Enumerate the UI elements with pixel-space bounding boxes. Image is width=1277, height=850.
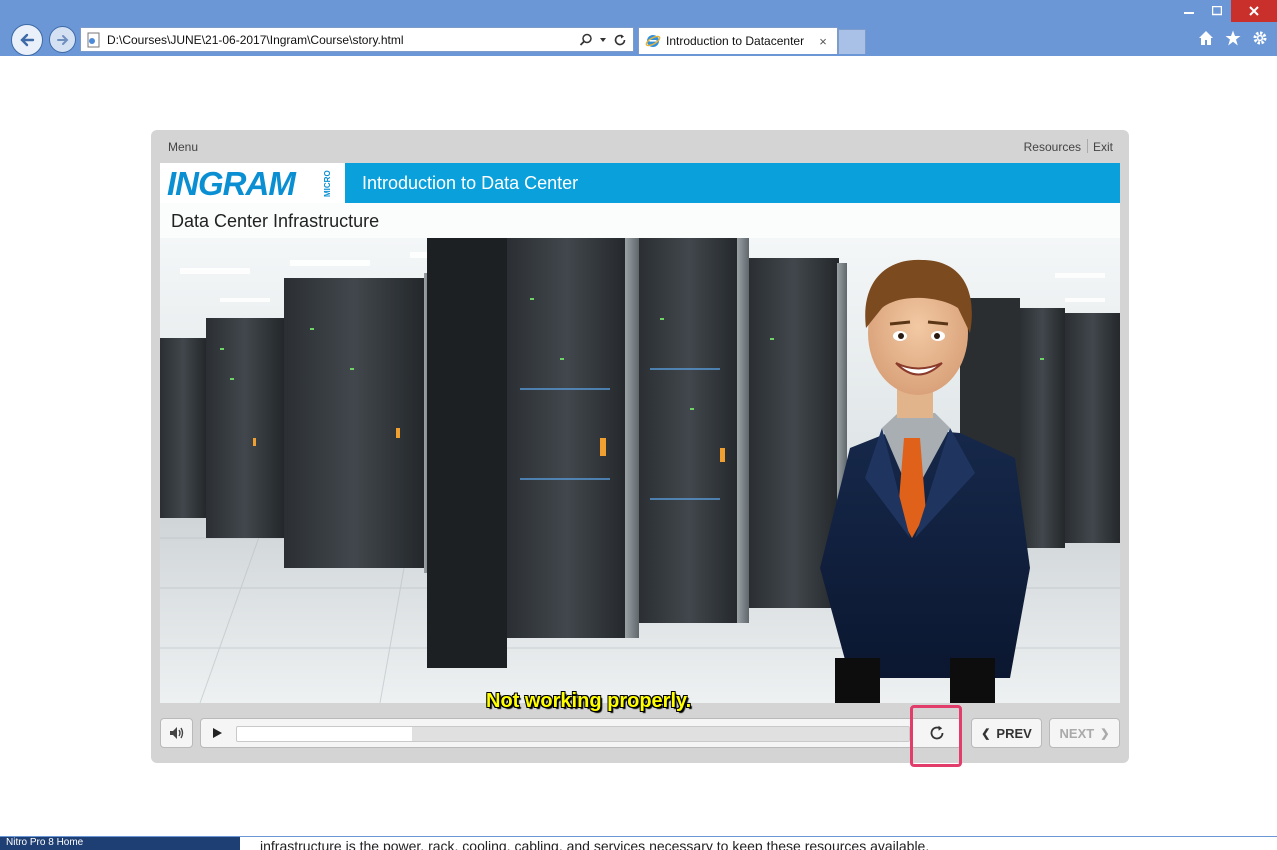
minimize-icon <box>1184 12 1194 14</box>
forward-button[interactable] <box>49 26 76 53</box>
background-document-text: infrastructure is the power, rack, cooli… <box>260 838 930 850</box>
tab-active[interactable]: Introduction to Datacenter × <box>638 27 838 54</box>
svg-text:MICRO: MICRO <box>323 170 332 197</box>
seek-progress <box>237 727 412 741</box>
taskbar-fragment: Nitro Pro 8 Home <box>0 837 240 850</box>
dropdown-arrow-icon[interactable] <box>599 36 607 44</box>
address-text[interactable]: D:\Courses\JUNE\21-06-2017\Ingram\Course… <box>107 33 579 47</box>
slide-stage: INGRAM MICRO Introduction to Data Center… <box>160 163 1120 703</box>
home-button[interactable] <box>1197 29 1215 47</box>
menu-link[interactable]: Menu <box>168 140 198 154</box>
next-label: NEXT <box>1059 725 1095 741</box>
favorites-button[interactable] <box>1224 29 1242 47</box>
topbar-divider <box>1087 139 1088 153</box>
search-icon[interactable] <box>579 33 593 47</box>
gear-icon <box>1253 31 1267 45</box>
course-title: Introduction to Data Center <box>362 173 579 193</box>
ingram-micro-logo: INGRAM MICRO <box>160 163 345 203</box>
chevron-right-icon: ❯ <box>1100 727 1110 740</box>
svg-text:INGRAM: INGRAM <box>167 167 297 199</box>
page-icon <box>87 32 100 47</box>
play-icon <box>213 728 222 738</box>
volume-button[interactable] <box>160 718 193 748</box>
window-controls <box>1175 0 1277 22</box>
annotation-caption: Not working properly. <box>486 690 692 712</box>
datacenter-scene-image <box>160 238 1120 703</box>
settings-button[interactable] <box>1251 29 1269 47</box>
bottom-cutoff: Nitro Pro 8 Home infrastructure is the p… <box>0 836 1277 850</box>
minimize-button[interactable] <box>1175 0 1203 22</box>
browser-titlebar: D:\Courses\JUNE\21-06-2017\Ingram\Course… <box>0 0 1277 56</box>
exit-link[interactable]: Exit <box>1093 140 1113 154</box>
seekbar-container <box>200 718 962 748</box>
ie-icon <box>645 35 661 47</box>
ingram-logo-image: INGRAM MICRO <box>167 167 332 199</box>
prev-button[interactable]: ❮ PREV <box>971 718 1042 748</box>
course-player: Menu Resources Exit INGRAM MICRO Introdu… <box>151 130 1129 763</box>
address-bar[interactable]: D:\Courses\JUNE\21-06-2017\Ingram\Course… <box>80 27 634 52</box>
forward-arrow-icon <box>56 34 68 45</box>
prev-label: PREV <box>996 725 1032 741</box>
play-button[interactable] <box>201 719 233 747</box>
maximize-button[interactable] <box>1203 0 1231 22</box>
slide-subtitle-bar: Data Center Infrastructure <box>160 203 1120 238</box>
back-arrow-icon <box>20 33 35 47</box>
close-icon <box>1249 6 1259 16</box>
slide-subtitle: Data Center Infrastructure <box>171 211 380 231</box>
chevron-left-icon: ❮ <box>981 727 991 740</box>
home-icon <box>1199 31 1213 45</box>
tab-close-button[interactable]: × <box>815 34 831 49</box>
star-icon <box>1225 30 1241 46</box>
slide-header: INGRAM MICRO Introduction to Data Center <box>160 163 1120 203</box>
tab-title: Introduction to Datacenter <box>666 34 805 48</box>
volume-icon <box>169 727 183 739</box>
back-button[interactable] <box>11 24 43 56</box>
replay-highlight-annotation <box>910 705 962 767</box>
close-window-button[interactable] <box>1231 0 1277 22</box>
resources-link[interactable]: Resources <box>1024 140 1081 154</box>
seek-slider[interactable] <box>236 726 910 742</box>
player-topbar: Menu Resources Exit <box>151 130 1129 163</box>
new-tab-button[interactable] <box>838 29 866 54</box>
maximize-icon <box>1212 6 1222 16</box>
refresh-icon[interactable] <box>613 33 627 47</box>
next-button[interactable]: NEXT ❯ <box>1049 718 1120 748</box>
